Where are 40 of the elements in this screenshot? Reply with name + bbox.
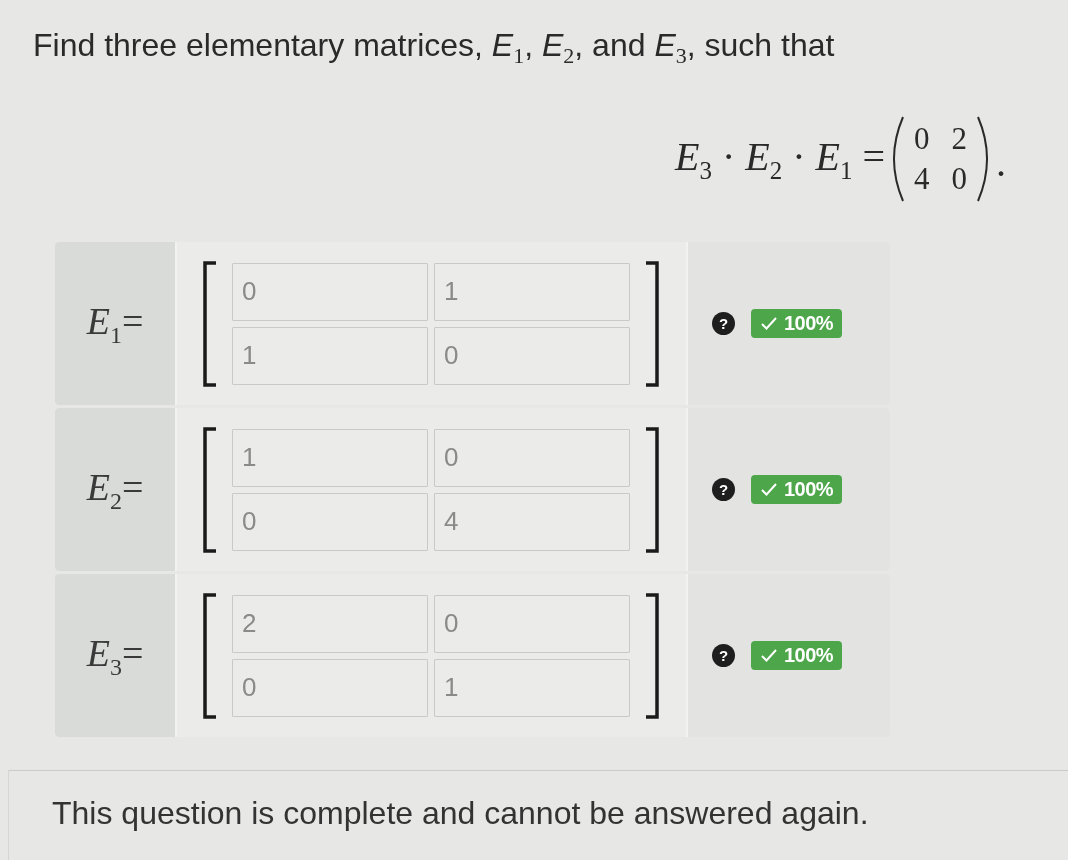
left-bracket-icon bbox=[202, 592, 216, 719]
right-bracket-icon bbox=[646, 260, 660, 387]
equation-lhs: E$_{3}$ · E$_{2}$ · E$_{1}$ = bbox=[674, 133, 885, 186]
matrix-entry-field[interactable]: 0 bbox=[232, 492, 428, 551]
matrix-entry: 4 bbox=[914, 162, 930, 197]
matrix-entry-field[interactable]: 1 bbox=[434, 658, 630, 717]
matrix-label: E$_{3}$= bbox=[86, 631, 144, 681]
left-bracket-icon bbox=[202, 260, 216, 387]
matrix-entry-field[interactable]: 1 bbox=[232, 428, 428, 487]
matrix-entry: 2 bbox=[951, 122, 967, 157]
matrix-label: E$_{1}$= bbox=[86, 299, 144, 349]
left-parenthesis-icon bbox=[893, 116, 904, 203]
left-bracket-icon bbox=[202, 426, 216, 553]
matrix-entry-field[interactable]: 2 bbox=[232, 594, 428, 653]
help-button[interactable]: ? bbox=[712, 478, 735, 502]
matrix-entry-field[interactable]: 1 bbox=[232, 326, 428, 385]
matrix-entry: 0 bbox=[951, 162, 967, 197]
status-message: This question is complete and cannot be answered again. bbox=[52, 795, 870, 832]
matrix-entry-field[interactable]: 0 bbox=[434, 428, 630, 487]
score-text: 100% bbox=[784, 478, 834, 502]
help-button[interactable]: ? bbox=[712, 644, 735, 668]
matrix-entry-field[interactable]: 0 bbox=[434, 326, 630, 385]
score-text: 100% bbox=[784, 644, 834, 668]
matrix-entry-field[interactable]: 0 bbox=[434, 594, 630, 653]
matrix-label: E$_{2}$= bbox=[86, 465, 144, 515]
check-icon bbox=[761, 649, 777, 663]
check-icon bbox=[761, 317, 777, 331]
matrix-entry-field[interactable]: 1 bbox=[434, 262, 630, 321]
right-bracket-icon bbox=[646, 426, 660, 553]
equation-period: . bbox=[996, 143, 1006, 184]
check-icon bbox=[761, 483, 777, 497]
matrix-entry-field[interactable]: 4 bbox=[434, 492, 630, 551]
matrix-entry-field[interactable]: 0 bbox=[232, 658, 428, 717]
matrix-entry: 0 bbox=[914, 122, 930, 157]
matrix-entry-field[interactable]: 0 bbox=[232, 262, 428, 321]
help-button[interactable]: ? bbox=[712, 312, 735, 336]
score-text: 100% bbox=[784, 312, 834, 336]
right-parenthesis-icon bbox=[977, 116, 988, 203]
right-bracket-icon bbox=[646, 592, 660, 719]
question-prompt: Find three elementary matrices, E$_{1}$, E$_{2}$, and E$_{3}$, such that bbox=[33, 26, 835, 71]
